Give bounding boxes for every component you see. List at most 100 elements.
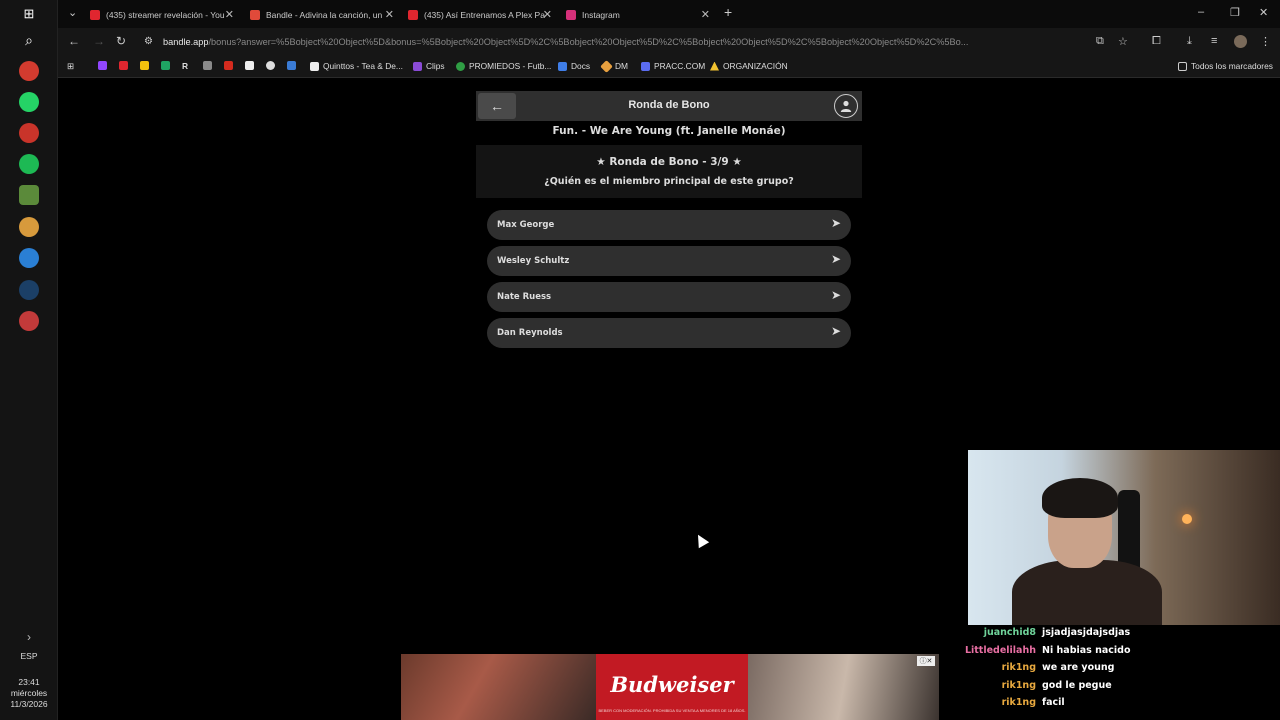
lamp-light bbox=[1182, 514, 1192, 524]
ad-image-right bbox=[748, 654, 939, 720]
steam-icon[interactable] bbox=[19, 280, 39, 300]
f-bookmark-icon[interactable] bbox=[245, 61, 254, 70]
bookmark-pracc[interactable]: PRACC.COM bbox=[641, 61, 705, 71]
close-icon[interactable]: ✕ bbox=[225, 8, 234, 21]
chat-message: juanchid8 jsjadjasjdajsdjas bbox=[968, 627, 1280, 645]
tab-label: (435) streamer revelación - You bbox=[106, 10, 225, 20]
chat-text: god le pegue bbox=[1042, 679, 1112, 691]
chat-text: facil bbox=[1042, 697, 1065, 708]
answer-label: Wesley Schultz bbox=[497, 256, 570, 266]
download-icon[interactable]: ⤓ bbox=[1187, 35, 1192, 48]
answer-option[interactable]: Max George ➤ bbox=[487, 210, 851, 240]
webcam-overlay bbox=[968, 450, 1280, 625]
ad-banner[interactable]: Budweiser BEBER CON MODERACIÓN. PROHIBID… bbox=[401, 654, 939, 720]
close-icon[interactable]: ✕ bbox=[701, 8, 710, 21]
tab-instagram[interactable]: Instagram ✕ bbox=[566, 4, 710, 26]
image-bookmark-icon[interactable] bbox=[203, 61, 212, 70]
close-icon[interactable]: ✕ bbox=[543, 8, 552, 21]
tab-label: Bandle - Adivina la canción, un bbox=[266, 10, 383, 20]
url-field[interactable]: bandle.app/bonus?answer=%5Bobject%20Obje… bbox=[163, 37, 1088, 47]
ccleaner-icon[interactable] bbox=[19, 248, 39, 268]
bookmark-docs[interactable]: Docs bbox=[558, 61, 590, 71]
chat-message: rik1ng facil bbox=[968, 697, 1280, 715]
media-icon[interactable]: ≡ bbox=[1211, 35, 1217, 47]
address-bar-row: ← → ↻ ⚙ bandle.app/bonus?answer=%5Bobjec… bbox=[58, 28, 1280, 56]
bookmark-quinttos[interactable]: Quinttos - Tea & De... bbox=[310, 61, 403, 71]
ad-fine-print: BEBER CON MODERACIÓN. PROHIBIDA SU VENTA… bbox=[598, 708, 746, 713]
edit-bookmark-icon[interactable] bbox=[287, 61, 296, 70]
youtube-icon bbox=[408, 10, 418, 20]
game-app-icon[interactable] bbox=[19, 311, 39, 331]
site-info-icon[interactable]: ⚙ bbox=[144, 36, 153, 47]
tab-list-chevron-icon[interactable]: ⌄ bbox=[68, 6, 77, 19]
instagram-icon bbox=[566, 10, 576, 20]
close-icon[interactable]: ✕ bbox=[385, 8, 394, 21]
streamer-hair bbox=[1042, 478, 1118, 518]
arrow-right-icon: ➤ bbox=[830, 324, 841, 338]
answer-label: Nate Ruess bbox=[497, 292, 552, 302]
all-bookmarks[interactable]: Todos los marcadores bbox=[1178, 61, 1273, 71]
spotify-icon[interactable] bbox=[19, 154, 39, 174]
bookmark-dm[interactable]: DM bbox=[600, 59, 628, 73]
ad-brand-panel: Budweiser BEBER CON MODERACIÓN. PROHIBID… bbox=[596, 654, 748, 720]
tab-youtube-1[interactable]: (435) streamer revelación - You ✕ bbox=[90, 4, 234, 26]
windows-start-icon[interactable]: ⊞ bbox=[19, 4, 39, 24]
bookmark-organizacion[interactable]: ORGANIZACIÓN bbox=[710, 61, 788, 71]
bandle-icon bbox=[250, 10, 260, 20]
chat-username: Littledelilahh bbox=[964, 644, 1036, 656]
chat-text: Ni habias nacido bbox=[1042, 644, 1131, 656]
reload-icon[interactable]: ↻ bbox=[116, 34, 126, 48]
new-tab-icon[interactable]: + bbox=[724, 4, 732, 20]
tab-youtube-2[interactable]: (435) Así Entrenamos A Plex Pa ✕ bbox=[408, 4, 552, 26]
ad-brand: Budweiser bbox=[610, 672, 734, 697]
clock-time[interactable]: 23:41 bbox=[0, 677, 58, 688]
search-icon[interactable]: ⌕ bbox=[19, 30, 39, 50]
whatsapp-icon[interactable] bbox=[19, 92, 39, 112]
forward-icon[interactable]: → bbox=[93, 34, 105, 48]
chat-message: Littledelilahh Ni habias nacido bbox=[964, 644, 1280, 663]
back-icon[interactable]: ← bbox=[68, 34, 80, 48]
arrow-right-icon: ➤ bbox=[830, 288, 841, 302]
user-account-button[interactable] bbox=[834, 94, 858, 118]
arrow-right-icon: ➤ bbox=[830, 252, 841, 266]
chevron-right-icon[interactable]: › bbox=[19, 627, 39, 647]
bonus-question-box: ★ Ronda de Bono - 3/9 ★ ¿Quién es el mie… bbox=[476, 145, 862, 198]
chat-text: we are young bbox=[1042, 662, 1115, 673]
bonus-round-label: ★ Ronda de Bono - 3/9 ★ bbox=[596, 156, 742, 168]
profile-avatar[interactable] bbox=[1234, 35, 1247, 48]
youtube-bookmark-icon[interactable] bbox=[119, 61, 128, 70]
chat-message: rik1ng we are young bbox=[968, 662, 1280, 680]
minimize-icon[interactable]: – bbox=[1198, 6, 1204, 18]
bookmark-promiedos[interactable]: PROMIEDOS - Futb... bbox=[456, 61, 551, 71]
bonus-question: ¿Quién es el miembro principal de este g… bbox=[544, 176, 794, 187]
r-bookmark-icon[interactable]: R bbox=[182, 61, 188, 71]
twitch-bookmark-icon[interactable] bbox=[98, 61, 107, 70]
apps-icon[interactable]: ⊞ bbox=[67, 61, 74, 71]
bookmark-clips[interactable]: Clips bbox=[413, 61, 445, 71]
star-icon[interactable]: ☆ bbox=[1118, 35, 1128, 48]
keep-bookmark-icon[interactable] bbox=[140, 61, 149, 70]
answer-option[interactable]: Nate Ruess ➤ bbox=[487, 282, 851, 312]
chrome-alt-icon[interactable] bbox=[19, 123, 39, 143]
menu-icon[interactable]: ⋮ bbox=[1260, 35, 1271, 48]
ad-info-icon[interactable]: ⓘ✕ bbox=[917, 656, 935, 666]
tab-bandle[interactable]: Bandle - Adivina la canción, un ✕ bbox=[250, 4, 394, 26]
folder-icon bbox=[1178, 61, 1187, 71]
burger-app-icon[interactable] bbox=[19, 217, 39, 237]
chrome-icon[interactable] bbox=[19, 61, 39, 81]
restore-icon[interactable]: ❐ bbox=[1230, 6, 1240, 19]
answer-option[interactable]: Wesley Schultz ➤ bbox=[487, 246, 851, 276]
language-indicator[interactable]: ESP bbox=[0, 651, 58, 662]
youtube-icon bbox=[90, 10, 100, 20]
p-bookmark-icon[interactable] bbox=[266, 61, 275, 70]
swiss-bookmark-icon[interactable] bbox=[224, 61, 233, 70]
minecraft-icon[interactable] bbox=[19, 185, 39, 205]
arrow-right-icon: ➤ bbox=[830, 216, 841, 230]
cast-icon[interactable]: ⧉ bbox=[1096, 35, 1104, 48]
bookmarks-bar: ⊞ R Quinttos - Tea & De... Clips PROMIED… bbox=[58, 56, 1280, 78]
close-window-icon[interactable]: ✕ bbox=[1259, 6, 1268, 19]
drive-bookmark-icon[interactable] bbox=[161, 61, 170, 70]
chat-overlay: juanchid8 jsjadjasjdajsdjas Littledelilah… bbox=[964, 627, 1280, 715]
extensions-icon[interactable]: ⧠ bbox=[1152, 35, 1161, 48]
answer-option[interactable]: Dan Reynolds ➤ bbox=[487, 318, 851, 348]
